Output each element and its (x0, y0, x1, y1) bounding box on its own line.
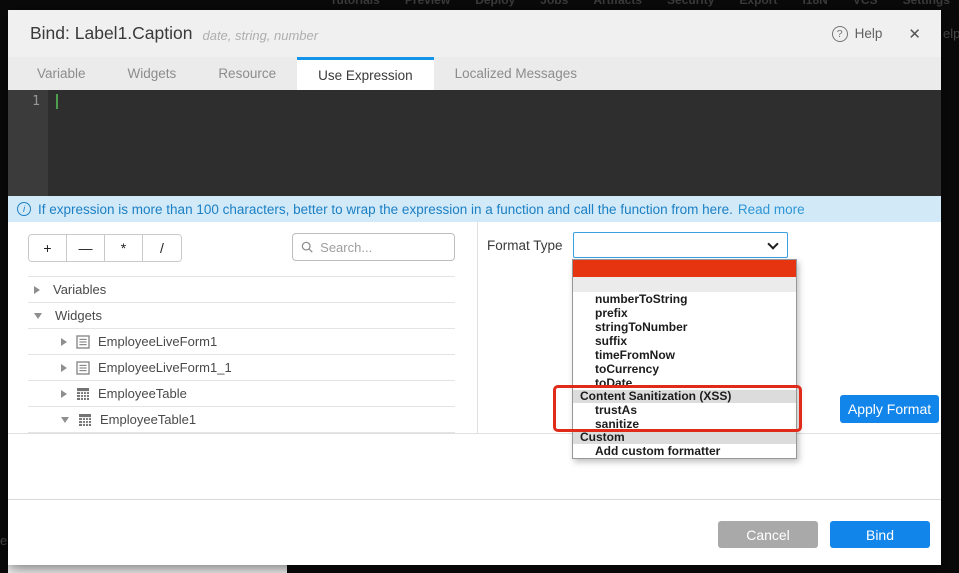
tab-widgets[interactable]: Widgets (107, 57, 198, 90)
chevron-down-icon[interactable] (34, 313, 42, 319)
footer-divider (8, 499, 941, 500)
tree-item-employeeliveform1-1[interactable]: EmployeeLiveForm1_1 (28, 355, 455, 381)
search-input[interactable] (320, 240, 446, 255)
editor-code-area[interactable] (48, 90, 941, 196)
tree-item-label: EmployeeTable1 (100, 412, 196, 427)
binding-tree: Variables Widgets EmployeeLiveForm1 (28, 276, 455, 433)
chevron-right-icon[interactable] (34, 286, 40, 294)
tree-item-widgets[interactable]: Widgets (28, 303, 455, 329)
chevron-down-icon[interactable] (61, 417, 69, 423)
background-menu-item: Artifacts (593, 0, 642, 10)
format-type-dropdown-list: numberToString prefix stringToNumber suf… (572, 259, 797, 459)
dropdown-option-selected-empty[interactable] (573, 260, 796, 277)
table-widget-icon (76, 387, 90, 401)
tree-item-employeetable[interactable]: EmployeeTable (28, 381, 455, 407)
help-label: Help (855, 26, 883, 41)
expression-editor[interactable]: 1 (8, 90, 941, 196)
dropdown-group-content-sanitization: Content Sanitization (XSS) (573, 390, 796, 403)
dialog-title: Bind: Label1.Caption (30, 23, 192, 44)
tab-resource[interactable]: Resource (197, 57, 297, 90)
form-widget-icon (76, 335, 90, 349)
background-menu-item: Tutorials (330, 0, 380, 10)
dropdown-option-todate[interactable]: toDate (573, 376, 796, 390)
background-menu-item: I18N (802, 0, 827, 10)
tree-item-label: EmployeeTable (98, 386, 187, 401)
dropdown-option-stringtonumber[interactable]: stringToNumber (573, 320, 796, 334)
dropdown-option-prefix[interactable]: prefix (573, 306, 796, 320)
background-menu-item: VCS (853, 0, 878, 10)
format-type-label: Format Type (487, 232, 563, 258)
dropdown-option-numbertostring[interactable]: numberToString (573, 292, 796, 306)
dialog-tabs: Variable Widgets Resource Use Expression… (8, 57, 941, 90)
background-menu-item: Security (667, 0, 714, 10)
read-more-link[interactable]: Read more (738, 202, 805, 217)
chevron-right-icon[interactable] (61, 364, 67, 372)
dropdown-option-tocurrency[interactable]: toCurrency (573, 362, 796, 376)
chevron-right-icon[interactable] (61, 390, 67, 398)
search-icon (301, 240, 313, 254)
background-canvas-fragment (8, 565, 287, 573)
tree-item-employeetable1[interactable]: EmployeeTable1 (28, 407, 455, 433)
background-menu-item: Export (739, 0, 777, 10)
chevron-down-icon (767, 238, 778, 249)
tree-item-label: Variables (53, 282, 106, 297)
tree-item-label: EmployeeLiveForm1_1 (98, 360, 232, 375)
format-type-select[interactable] (573, 232, 788, 258)
info-icon: i (17, 202, 31, 216)
editor-line-number: 1 (8, 90, 48, 196)
minus-operator-button[interactable]: — (67, 235, 105, 261)
operator-toolbar: + — * / (28, 234, 182, 262)
bind-button[interactable]: Bind (830, 521, 930, 548)
dropdown-option-empty[interactable] (573, 277, 796, 292)
divide-operator-button[interactable]: / (143, 235, 181, 261)
tree-item-variables[interactable]: Variables (28, 277, 455, 303)
search-box (292, 233, 455, 261)
info-banner: i If expression is more than 100 charact… (8, 196, 941, 222)
content-divider (8, 433, 941, 434)
dropdown-option-add-custom-formatter[interactable]: Add custom formatter (573, 444, 796, 458)
background-text-fragment: e (0, 533, 7, 548)
close-icon[interactable]: ✕ (904, 23, 925, 45)
background-text-fragment: elp (943, 26, 959, 41)
multiply-operator-button[interactable]: * (105, 235, 143, 261)
chevron-right-icon[interactable] (61, 338, 67, 346)
screen: Tutorials Preview Deploy Jobs Artifacts … (0, 0, 959, 573)
dropdown-option-trustas[interactable]: trustAs (573, 403, 796, 417)
editor-cursor (56, 94, 58, 109)
background-menu-item: Deploy (475, 0, 515, 10)
dropdown-option-suffix[interactable]: suffix (573, 334, 796, 348)
info-text: If expression is more than 100 character… (38, 202, 733, 217)
tab-use-expression[interactable]: Use Expression (297, 57, 434, 90)
tree-item-label: EmployeeLiveForm1 (98, 334, 217, 349)
apply-format-button[interactable]: Apply Format (840, 395, 939, 423)
tab-variable[interactable]: Variable (16, 57, 107, 90)
background-menu-item: Settings (903, 0, 950, 10)
dropdown-option-timefromnow[interactable]: timeFromNow (573, 348, 796, 362)
dialog-subtitle: date, string, number (202, 28, 318, 43)
table-widget-icon (78, 413, 92, 427)
dropdown-option-sanitize[interactable]: sanitize (573, 417, 796, 431)
form-widget-icon (76, 361, 90, 375)
dropdown-group-custom: Custom (573, 431, 796, 444)
cancel-button[interactable]: Cancel (718, 521, 818, 548)
panel-divider (477, 222, 478, 433)
bind-dialog: Bind: Label1.Caption date, string, numbe… (8, 10, 941, 565)
background-menu-item: Preview (405, 0, 450, 10)
tree-item-label: Widgets (55, 308, 102, 323)
dialog-titlebar: Bind: Label1.Caption date, string, numbe… (8, 10, 941, 57)
tab-localized-messages[interactable]: Localized Messages (434, 57, 598, 90)
tree-item-employeeliveform1[interactable]: EmployeeLiveForm1 (28, 329, 455, 355)
question-circle-icon: ? (832, 26, 848, 42)
help-button[interactable]: ? Help (832, 26, 883, 42)
background-menu-strip: Tutorials Preview Deploy Jobs Artifacts … (330, 0, 950, 10)
background-menu-item: Jobs (540, 0, 568, 10)
plus-operator-button[interactable]: + (29, 235, 67, 261)
